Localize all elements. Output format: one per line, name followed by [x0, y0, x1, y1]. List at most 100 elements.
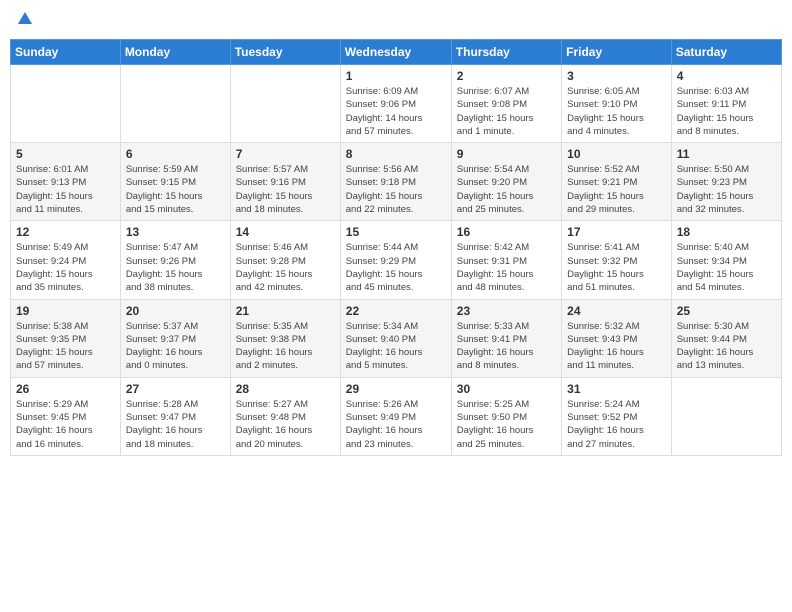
calendar-cell: 15 Sunrise: 5:44 AM Sunset: 9:29 PM Dayli… — [340, 221, 451, 299]
calendar-cell: 12 Sunrise: 5:49 AM Sunset: 9:24 PM Dayli… — [11, 221, 121, 299]
day-info: Sunrise: 5:57 AM Sunset: 9:16 PM Dayligh… — [236, 163, 335, 216]
calendar-cell: 31 Sunrise: 5:24 AM Sunset: 9:52 PM Dayli… — [562, 377, 672, 455]
calendar-cell: 28 Sunrise: 5:27 AM Sunset: 9:48 PM Dayli… — [230, 377, 340, 455]
day-info: Sunrise: 5:34 AM Sunset: 9:40 PM Dayligh… — [346, 320, 446, 373]
day-info: Sunrise: 6:01 AM Sunset: 9:13 PM Dayligh… — [16, 163, 115, 216]
day-info: Sunrise: 6:03 AM Sunset: 9:11 PM Dayligh… — [677, 85, 776, 138]
calendar-cell: 11 Sunrise: 5:50 AM Sunset: 9:23 PM Dayli… — [671, 143, 781, 221]
day-number: 27 — [126, 382, 225, 396]
calendar-cell: 17 Sunrise: 5:41 AM Sunset: 9:32 PM Dayli… — [562, 221, 672, 299]
logo-icon — [16, 10, 34, 33]
calendar-cell — [230, 65, 340, 143]
day-number: 6 — [126, 147, 225, 161]
day-info: Sunrise: 5:30 AM Sunset: 9:44 PM Dayligh… — [677, 320, 776, 373]
day-info: Sunrise: 5:52 AM Sunset: 9:21 PM Dayligh… — [567, 163, 666, 216]
day-number: 13 — [126, 225, 225, 239]
day-info: Sunrise: 5:38 AM Sunset: 9:35 PM Dayligh… — [16, 320, 115, 373]
calendar-cell: 5 Sunrise: 6:01 AM Sunset: 9:13 PM Daylig… — [11, 143, 121, 221]
calendar-cell: 3 Sunrise: 6:05 AM Sunset: 9:10 PM Daylig… — [562, 65, 672, 143]
day-number: 10 — [567, 147, 666, 161]
column-header-thursday: Thursday — [451, 40, 561, 65]
day-number: 14 — [236, 225, 335, 239]
calendar-cell: 23Sunrise: 5:33 AM Sunset: 9:41 PM Dayli… — [451, 299, 561, 377]
day-info: Sunrise: 5:37 AM Sunset: 9:37 PM Dayligh… — [126, 320, 225, 373]
column-header-wednesday: Wednesday — [340, 40, 451, 65]
day-info: Sunrise: 5:40 AM Sunset: 9:34 PM Dayligh… — [677, 241, 776, 294]
day-number: 1 — [346, 69, 446, 83]
column-header-tuesday: Tuesday — [230, 40, 340, 65]
logo — [14, 10, 36, 33]
day-info: Sunrise: 5:50 AM Sunset: 9:23 PM Dayligh… — [677, 163, 776, 216]
day-info: Sunrise: 5:32 AM Sunset: 9:43 PM Dayligh… — [567, 320, 666, 373]
day-number: 3 — [567, 69, 666, 83]
day-number: 7 — [236, 147, 335, 161]
calendar-cell: 18 Sunrise: 5:40 AM Sunset: 9:34 PM Dayli… — [671, 221, 781, 299]
day-info: Sunrise: 5:54 AM Sunset: 9:20 PM Dayligh… — [457, 163, 556, 216]
day-info: Sunrise: 5:33 AM Sunset: 9:41 PM Dayligh… — [457, 320, 556, 373]
calendar-cell: 20 Sunrise: 5:37 AM Sunset: 9:37 PM Dayli… — [120, 299, 230, 377]
day-info: Sunrise: 5:44 AM Sunset: 9:29 PM Dayligh… — [346, 241, 446, 294]
calendar-cell: 25 Sunrise: 5:30 AM Sunset: 9:44 PM Dayli… — [671, 299, 781, 377]
calendar-cell: 8 Sunrise: 5:56 AM Sunset: 9:18 PM Daylig… — [340, 143, 451, 221]
column-header-monday: Monday — [120, 40, 230, 65]
calendar-week-row: 12 Sunrise: 5:49 AM Sunset: 9:24 PM Dayli… — [11, 221, 782, 299]
day-info: Sunrise: 6:07 AM Sunset: 9:08 PM Dayligh… — [457, 85, 556, 138]
calendar-cell: 14 Sunrise: 5:46 AM Sunset: 9:28 PM Dayli… — [230, 221, 340, 299]
calendar-cell: 13 Sunrise: 5:47 AM Sunset: 9:26 PM Dayli… — [120, 221, 230, 299]
calendar-week-row: 26Sunrise: 5:29 AM Sunset: 9:45 PM Dayli… — [11, 377, 782, 455]
day-number: 31 — [567, 382, 666, 396]
day-number: 20 — [126, 304, 225, 318]
calendar-header-row: SundayMondayTuesdayWednesdayThursdayFrid… — [11, 40, 782, 65]
day-info: Sunrise: 5:47 AM Sunset: 9:26 PM Dayligh… — [126, 241, 225, 294]
day-info: Sunrise: 5:42 AM Sunset: 9:31 PM Dayligh… — [457, 241, 556, 294]
day-info: Sunrise: 5:49 AM Sunset: 9:24 PM Dayligh… — [16, 241, 115, 294]
day-info: Sunrise: 5:26 AM Sunset: 9:49 PM Dayligh… — [346, 398, 446, 451]
day-number: 24 — [567, 304, 666, 318]
day-number: 25 — [677, 304, 776, 318]
day-number: 12 — [16, 225, 115, 239]
day-number: 11 — [677, 147, 776, 161]
day-info: Sunrise: 5:35 AM Sunset: 9:38 PM Dayligh… — [236, 320, 335, 373]
calendar-week-row: 5 Sunrise: 6:01 AM Sunset: 9:13 PM Daylig… — [11, 143, 782, 221]
day-number: 15 — [346, 225, 446, 239]
calendar-cell: 22 Sunrise: 5:34 AM Sunset: 9:40 PM Dayli… — [340, 299, 451, 377]
day-info: Sunrise: 5:29 AM Sunset: 9:45 PM Dayligh… — [16, 398, 115, 451]
calendar-cell: 4Sunrise: 6:03 AM Sunset: 9:11 PM Daylig… — [671, 65, 781, 143]
day-number: 19 — [16, 304, 115, 318]
calendar-cell: 1Sunrise: 6:09 AM Sunset: 9:06 PM Daylig… — [340, 65, 451, 143]
calendar-cell: 24 Sunrise: 5:32 AM Sunset: 9:43 PM Dayli… — [562, 299, 672, 377]
calendar-cell — [11, 65, 121, 143]
day-info: Sunrise: 5:41 AM Sunset: 9:32 PM Dayligh… — [567, 241, 666, 294]
calendar-cell: 6 Sunrise: 5:59 AM Sunset: 9:15 PM Daylig… — [120, 143, 230, 221]
calendar-week-row: 1Sunrise: 6:09 AM Sunset: 9:06 PM Daylig… — [11, 65, 782, 143]
calendar-cell: 19 Sunrise: 5:38 AM Sunset: 9:35 PM Dayli… — [11, 299, 121, 377]
calendar-cell: 30Sunrise: 5:25 AM Sunset: 9:50 PM Dayli… — [451, 377, 561, 455]
calendar-table: SundayMondayTuesdayWednesdayThursdayFrid… — [10, 39, 782, 456]
day-number: 22 — [346, 304, 446, 318]
calendar-cell: 2Sunrise: 6:07 AM Sunset: 9:08 PM Daylig… — [451, 65, 561, 143]
day-number: 5 — [16, 147, 115, 161]
day-number: 17 — [567, 225, 666, 239]
day-info: Sunrise: 5:56 AM Sunset: 9:18 PM Dayligh… — [346, 163, 446, 216]
day-number: 28 — [236, 382, 335, 396]
column-header-sunday: Sunday — [11, 40, 121, 65]
day-info: Sunrise: 5:59 AM Sunset: 9:15 PM Dayligh… — [126, 163, 225, 216]
day-info: Sunrise: 5:27 AM Sunset: 9:48 PM Dayligh… — [236, 398, 335, 451]
day-number: 18 — [677, 225, 776, 239]
day-number: 8 — [346, 147, 446, 161]
calendar-cell: 9 Sunrise: 5:54 AM Sunset: 9:20 PM Daylig… — [451, 143, 561, 221]
calendar-cell: 27 Sunrise: 5:28 AM Sunset: 9:47 PM Dayli… — [120, 377, 230, 455]
day-number: 16 — [457, 225, 556, 239]
day-info: Sunrise: 5:25 AM Sunset: 9:50 PM Dayligh… — [457, 398, 556, 451]
calendar-cell: 10 Sunrise: 5:52 AM Sunset: 9:21 PM Dayli… — [562, 143, 672, 221]
day-info: Sunrise: 5:24 AM Sunset: 9:52 PM Dayligh… — [567, 398, 666, 451]
calendar-cell: 26Sunrise: 5:29 AM Sunset: 9:45 PM Dayli… — [11, 377, 121, 455]
calendar-cell: 7 Sunrise: 5:57 AM Sunset: 9:16 PM Daylig… — [230, 143, 340, 221]
calendar-cell — [671, 377, 781, 455]
calendar-week-row: 19 Sunrise: 5:38 AM Sunset: 9:35 PM Dayli… — [11, 299, 782, 377]
day-info: Sunrise: 6:05 AM Sunset: 9:10 PM Dayligh… — [567, 85, 666, 138]
day-number: 21 — [236, 304, 335, 318]
day-info: Sunrise: 5:28 AM Sunset: 9:47 PM Dayligh… — [126, 398, 225, 451]
day-number: 9 — [457, 147, 556, 161]
day-info: Sunrise: 5:46 AM Sunset: 9:28 PM Dayligh… — [236, 241, 335, 294]
